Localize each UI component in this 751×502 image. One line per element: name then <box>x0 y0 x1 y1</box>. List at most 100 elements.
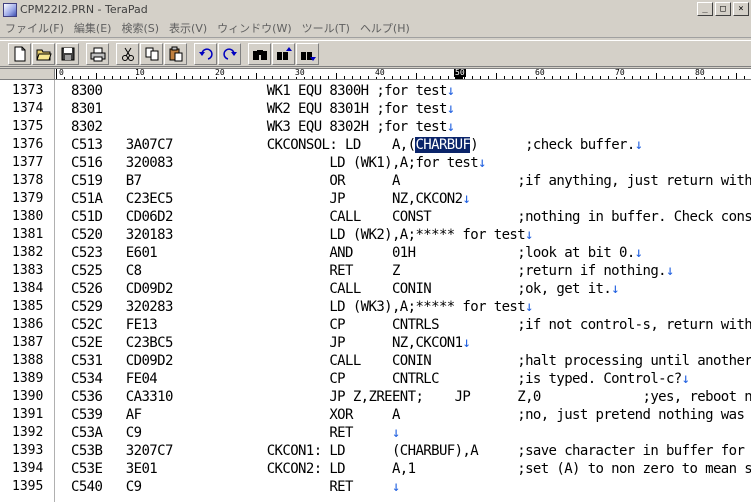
editor-line[interactable]: 1395 C540 C9 RET ↓ <box>0 478 751 496</box>
minimize-button[interactable]: _ <box>697 2 713 16</box>
paste-icon <box>169 46 182 61</box>
line-text: C540 C9 RET ↓ <box>71 478 400 496</box>
line-number: 1385 <box>12 299 44 314</box>
editor-line[interactable]: 1385 C529 320283 LD (WK3),A;***** for tes… <box>0 298 751 316</box>
line-text-segment: C51A C23EC5 JP NZ,CKCON2 <box>71 191 463 207</box>
find-next-down-button[interactable] <box>296 42 319 65</box>
new-file-button[interactable] <box>8 42 31 65</box>
line-text: C516 320083 LD (WK1),A;for test↓ <box>71 154 487 172</box>
line-text: C531 CD09D2 CALL CONIN ;halt processing … <box>71 352 751 370</box>
ruler-tick <box>488 76 489 79</box>
editor-line[interactable]: 1382 C523 E601 AND 01H ;look at bit 0.↓ <box>0 244 751 262</box>
undo-button[interactable] <box>194 42 217 65</box>
cut-button[interactable] <box>116 42 139 65</box>
menu-edit[interactable]: 編集(E) <box>69 20 117 36</box>
editor-line[interactable]: 1379 C51A C23EC5 JP NZ,CKCON2↓ <box>0 190 751 208</box>
menu-window[interactable]: ウィンドウ(W) <box>212 20 296 36</box>
newline-arrow-icon: ↓ <box>391 425 400 441</box>
ruler-tick <box>416 73 417 79</box>
editor-line[interactable]: 1374 8301 WK2 EQU 8301H ;for test↓ <box>0 100 751 118</box>
editor-line[interactable]: 1387 C52E C23BC5 JP NZ,CKCON1↓ <box>0 334 751 352</box>
find-next-up-button[interactable] <box>272 42 295 65</box>
line-text: C539 AF XOR A ;no, just pretend nothing … <box>71 406 751 424</box>
find-button[interactable] <box>248 42 271 65</box>
save-button[interactable] <box>56 42 79 65</box>
ruler-tick <box>640 76 641 79</box>
menu-view[interactable]: 表示(V) <box>164 20 212 36</box>
ruler-tick <box>680 76 681 79</box>
ruler-tick <box>192 76 193 79</box>
redo-button[interactable] <box>218 42 241 65</box>
editor-line[interactable]: 1384 C526 CD09D2 CALL CONIN ;ok, get it.↓ <box>0 280 751 298</box>
line-text-segment: C526 CD09D2 CALL CONIN ;ok, get it. <box>71 281 612 297</box>
ruler-tick <box>112 76 113 79</box>
line-text-segment: C51D CD06D2 CALL CONST ;nothing in buffe… <box>71 209 751 225</box>
editor-line[interactable]: 1386 C52C FE13 CP CNTRLS ;if not control-… <box>0 316 751 334</box>
line-text: 8301 WK2 EQU 8301H ;for test↓ <box>71 100 455 118</box>
selected-text[interactable]: CHARBUF <box>415 137 471 153</box>
ruler-tick <box>152 76 153 79</box>
maximize-button[interactable]: □ <box>715 2 731 16</box>
menu-help[interactable]: ヘルプ(H) <box>355 20 415 36</box>
window-controls: _ □ × <box>697 2 749 16</box>
title-bar: CPM22I2.PRN - TeraPad _ □ × <box>0 0 751 19</box>
editor-line[interactable]: 1375 8302 WK3 EQU 8302H ;for test↓ <box>0 118 751 136</box>
copy-button[interactable] <box>140 42 163 65</box>
ruler-tick <box>328 76 329 79</box>
line-text-segment: C540 C9 RET <box>71 479 392 495</box>
editor-line[interactable]: 1378 C519 B7 OR A ;if anything, just retu… <box>0 172 751 190</box>
ruler-tick <box>448 76 449 79</box>
new-file-icon <box>14 46 25 61</box>
line-number: 1382 <box>12 245 44 260</box>
editor-line[interactable]: 1380 C51D CD06D2 CALL CONST ;nothing in b… <box>0 208 751 226</box>
editor-line[interactable]: 1393 C53B 3207C7 CKCON1: LD (CHARBUF),A ;… <box>0 442 751 460</box>
terapad-app-icon[interactable] <box>3 2 17 17</box>
ruler-tick <box>656 73 657 79</box>
ruler-tick <box>576 73 577 79</box>
editor-line[interactable]: 1390 C536 CA3310 JP Z,ZREENT; JP Z,0 ;yes… <box>0 388 751 406</box>
line-number: 1393 <box>12 443 44 458</box>
line-text: C520 320183 LD (WK2),A;***** for test↓ <box>71 226 534 244</box>
line-text-segment: ) ;check buffer. <box>470 137 635 153</box>
editor-line[interactable]: 1376 C513 3A07C7 CKCONSOL: LD A,(CHARBUF)… <box>0 136 751 154</box>
column-ruler: 0 10 20 30 40 50 60 70 80 <box>0 68 751 80</box>
editor-line[interactable]: 1392 C53A C9 RET ↓ <box>0 424 751 442</box>
ruler-tick <box>176 73 177 79</box>
open-folder-button[interactable] <box>32 42 55 65</box>
line-number: 1388 <box>12 353 44 368</box>
line-text-segment: C529 320283 LD (WK3),A;***** for test <box>71 299 526 315</box>
editor-line[interactable]: 1383 C525 C8 RET Z ;return if nothing.↓ <box>0 262 751 280</box>
undo-arrow-icon <box>198 47 213 60</box>
line-text-segment: C534 FE04 CP CNTRLC ;is typed. Control-c… <box>71 371 682 387</box>
ruler-tick <box>712 76 713 79</box>
ruler-tick <box>248 76 249 79</box>
editor-line[interactable]: 1389 C534 FE04 CP CNTRLC ;is typed. Contr… <box>0 370 751 388</box>
editor-line[interactable]: 1388 C531 CD09D2 CALL CONIN ;halt process… <box>0 352 751 370</box>
editor-line[interactable]: 1373 8300 WK1 EQU 8300H ;for test↓ <box>0 82 751 100</box>
ruler-tick <box>592 76 593 79</box>
editor-line[interactable]: 1394 C53E 3E01 CKCON2: LD A,1 ;set (A) to… <box>0 460 751 478</box>
toolbar <box>0 40 751 67</box>
line-text-segment: C523 E601 AND 01H ;look at bit 0. <box>71 245 635 261</box>
editor-line[interactable]: 1377 C516 320083 LD (WK1),A;for test↓ <box>0 154 751 172</box>
menu-tools[interactable]: ツール(T) <box>297 20 355 36</box>
paste-button[interactable] <box>164 42 187 65</box>
ruler-tick <box>512 76 513 79</box>
text-editor-area[interactable]: 1373 8300 WK1 EQU 8300H ;for test↓ 1374 830… <box>0 80 751 502</box>
line-number: 1373 <box>12 83 44 98</box>
editor-line[interactable]: 1381 C520 320183 LD (WK2),A;***** for tes… <box>0 226 751 244</box>
ruler-tick <box>552 76 553 79</box>
ruler-label: 50 <box>454 68 466 77</box>
menu-search[interactable]: 検索(S) <box>116 20 164 36</box>
ruler-tick <box>480 76 481 79</box>
ruler-tick <box>80 76 81 79</box>
print-button[interactable] <box>86 42 109 65</box>
line-text: C53E 3E01 CKCON2: LD A,1 ;set (A) to non… <box>71 460 751 478</box>
menu-bar: ファイル(F) 編集(E) 検索(S) 表示(V) ウィンドウ(W) ツール(T… <box>0 19 751 38</box>
ruler-tick <box>352 76 353 79</box>
editor-line[interactable]: 1391 C539 AF XOR A ;no, just pretend noth… <box>0 406 751 424</box>
ruler-label: 70 <box>614 68 626 77</box>
ruler-tick <box>312 76 313 79</box>
close-button[interactable]: × <box>733 2 749 16</box>
menu-file[interactable]: ファイル(F) <box>0 20 69 36</box>
